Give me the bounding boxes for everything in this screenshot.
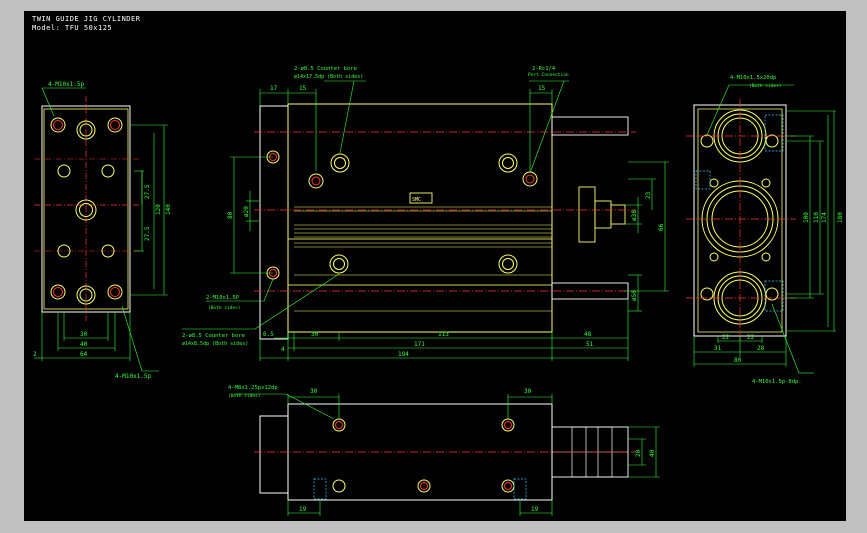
bottom-view: 4-M8x1.25px12dp (Both sides) 30 30 20 40… [228, 385, 660, 516]
front-counterbore [330, 153, 350, 173]
left-dim-30: 30 [80, 331, 88, 338]
svg-text:SMC: SMC [412, 197, 421, 203]
right-tap [700, 134, 714, 148]
front-callout-cbore-bot: 2-ø8.5 Counter bore [182, 333, 245, 339]
left-dim-40: 40 [80, 341, 88, 348]
front-dim-4: 4 [281, 346, 285, 353]
front-dimensions [182, 80, 669, 361]
left-dim-27-5a: 27.5 [144, 184, 151, 199]
front-counterbore [308, 173, 324, 189]
bottom-dim-19a: 19 [299, 506, 307, 513]
front-callout-cbore-top-sub: ø14x17.5dp (Both sides) [294, 74, 363, 80]
right-callout-top-sub: (Both sides) [749, 83, 782, 89]
front-callout-tap: 2-M10x1.5P [206, 295, 240, 301]
front-dim-15b: 15 [538, 85, 546, 92]
right-dim-100: 100 [803, 212, 810, 223]
right-dim-31: 31 [714, 345, 722, 352]
right-dim-110: 110 [813, 212, 820, 223]
bottom-tap-hole [501, 479, 515, 493]
front-callout-cbore-bot-sub: ø14x8.5dp (Both sides) [182, 341, 248, 347]
bottom-tap-hole [332, 418, 346, 432]
bottom-callout-sub: (Both sides) [228, 393, 261, 399]
front-callout-port-sub: Port Connection [528, 72, 569, 78]
right-dim-28: 28 [757, 345, 765, 352]
right-hidden-lines [695, 114, 784, 312]
left-callout-bottom: 4-M10x1.5p [115, 373, 152, 380]
front-dim-d38: ø38 [631, 210, 638, 221]
right-dim-180: 180 [837, 212, 844, 223]
bottom-dim-30a: 30 [310, 388, 318, 395]
bottom-tap-hole [332, 479, 346, 493]
front-port [522, 171, 538, 187]
left-end-view: 4-M10x1.5p 4-M10x1.5p 27.5 27.5 120 140 … [33, 81, 172, 380]
front-counterbore-low [329, 254, 349, 274]
left-callout-top: 4-M10x1.5p [48, 81, 85, 88]
front-dim-51: 51 [586, 341, 594, 348]
right-dim-174: 174 [821, 212, 828, 223]
front-dim-80: 80 [227, 211, 234, 219]
right-tap [765, 134, 779, 148]
cad-drawing: 4-M10x1.5p 4-M10x1.5p 27.5 27.5 120 140 … [33, 66, 844, 516]
front-dim-66: 66 [658, 223, 665, 231]
viewport-frame: TWIN GUIDE JIG CYLINDER Model: TFU 50x12… [0, 0, 867, 533]
front-body [287, 103, 553, 333]
bottom-dim-40: 40 [649, 449, 656, 457]
front-dim-171: 171 [414, 341, 425, 348]
left-dim-2: 2 [33, 351, 37, 358]
right-dim-80: 80 [734, 357, 742, 364]
left-hole [57, 164, 71, 178]
right-dim-22a: 22 [722, 334, 730, 341]
left-dim-140: 140 [165, 204, 172, 215]
front-port [498, 153, 518, 173]
left-hole [101, 164, 115, 178]
bottom-dim-20: 20 [635, 449, 642, 457]
front-dim-194: 194 [398, 351, 409, 358]
bottom-tap-hole [501, 418, 515, 432]
right-callout-bottom: 4-M10x1.5p-8dp. [752, 379, 802, 385]
bottom-dimensions [234, 393, 660, 516]
bottom-dim-30b: 30 [524, 388, 532, 395]
bottom-tap-hole [417, 479, 431, 493]
front-dim-6-5: 6.5 [263, 331, 274, 338]
bottom-end-plate [259, 415, 289, 494]
left-dim-27-5b: 27.5 [144, 226, 151, 241]
front-dim-48: 48 [584, 331, 592, 338]
bottom-dim-19b: 19 [531, 506, 539, 513]
front-end-plate [259, 105, 289, 340]
front-dim-15a: 15 [299, 85, 307, 92]
front-callout-cbore-top: 2-ø8.5 Counter bore [294, 66, 357, 72]
front-dim-d20: ø20 [243, 206, 250, 217]
right-end-view: 4-M10x1.5x20dp (Both sides) 4-M10x1.5p-8… [686, 75, 844, 385]
left-dim-120: 120 [155, 204, 162, 215]
drawing-canvas: TWIN GUIDE JIG CYLINDER Model: TFU 50x12… [24, 11, 846, 521]
front-dim-30: 30 [311, 331, 319, 338]
front-dim-113: 113 [438, 331, 449, 338]
front-counterbore-low [498, 254, 518, 274]
front-callout-tap-sub: (Both sides) [208, 305, 241, 311]
right-dim-22b: 22 [747, 334, 755, 341]
front-dim-17: 17 [270, 85, 278, 92]
right-callout-top: 4-M10x1.5x20dp [730, 75, 776, 81]
front-callout-port: 2-Rc1/4 [532, 66, 556, 72]
front-piston-rod-boss [578, 186, 596, 243]
front-dim-d50: ø50 [631, 290, 638, 301]
front-dim-23: 23 [645, 191, 652, 199]
front-view: SMC 2-ø8.5 Counter bore ø14x17.5dp (Both… [182, 66, 669, 361]
bottom-callout: 4-M8x1.25px12dp [228, 385, 278, 391]
left-dim-64: 64 [80, 351, 88, 358]
